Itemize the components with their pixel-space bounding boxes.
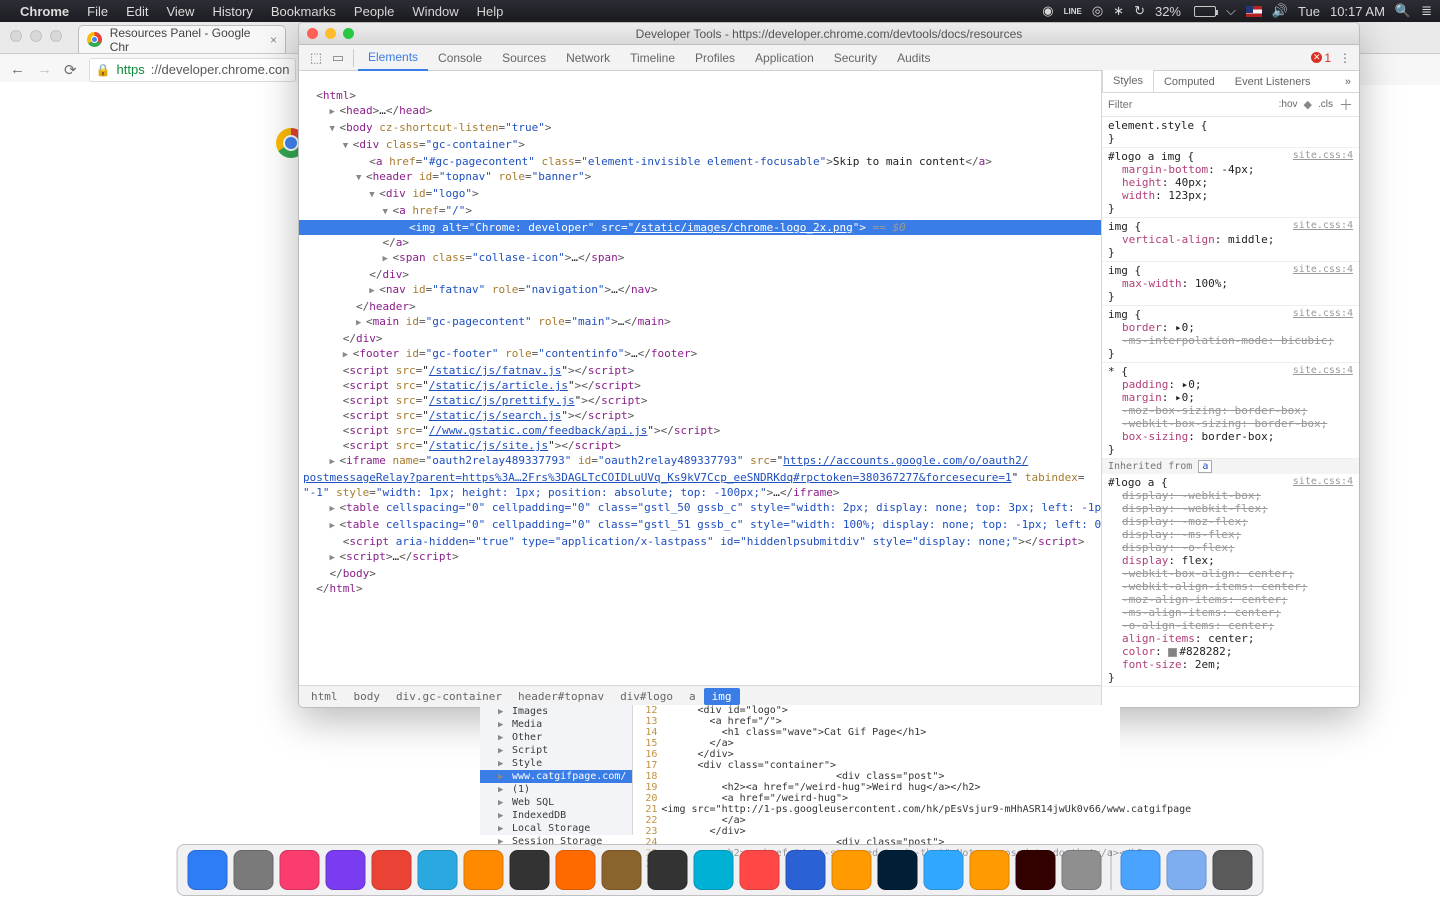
status-icon[interactable]: ◎	[1092, 3, 1103, 19]
styles-filter-bar: :hov ◆ .cls ＋	[1102, 93, 1359, 117]
sidebar-tab-styles[interactable]: Styles	[1102, 70, 1154, 92]
devtools-traffic-lights[interactable]	[307, 28, 354, 39]
error-badge[interactable]: ✕1	[1311, 51, 1331, 65]
sidebar-tabs: Styles Computed Event Listeners »	[1102, 71, 1359, 93]
new-style-rule-button[interactable]: ＋	[1339, 95, 1353, 115]
dock-app[interactable]	[1121, 850, 1161, 890]
bluetooth-icon[interactable]: ∗	[1113, 3, 1124, 19]
lock-icon: 🔒	[96, 63, 111, 77]
hov-toggle[interactable]: :hov	[1279, 99, 1298, 110]
background-devtools-resources: ImagesMediaOtherScriptStylewww.catgifpag…	[480, 705, 1120, 835]
cls-toggle[interactable]: .cls	[1318, 99, 1333, 110]
dock-app[interactable]	[786, 850, 826, 890]
dock-app[interactable]	[1213, 850, 1253, 890]
app-name[interactable]: Chrome	[20, 4, 69, 19]
dock-app[interactable]	[924, 850, 964, 890]
elements-breadcrumbs[interactable]: htmlbodydiv.gc-containerheader#topnavdiv…	[299, 685, 1101, 707]
dock-app[interactable]	[832, 850, 872, 890]
styles-rules[interactable]: element.style {}#logo a img {site.css:4m…	[1102, 117, 1359, 707]
tab-network[interactable]: Network	[556, 45, 620, 71]
cc-icon[interactable]: ◉	[1042, 3, 1053, 19]
device-toolbar-icon[interactable]: ▭	[327, 50, 349, 66]
dock-app[interactable]	[418, 850, 458, 890]
dock-app[interactable]	[1062, 850, 1102, 890]
dock-app[interactable]	[464, 850, 504, 890]
clock-time: 10:17 AM	[1330, 4, 1385, 19]
dock-app[interactable]	[970, 850, 1010, 890]
devtools-title: Developer Tools - https://developer.chro…	[636, 27, 1023, 41]
line-icon[interactable]: LINE	[1064, 7, 1082, 16]
devtools-titlebar[interactable]: Developer Tools - https://developer.chro…	[299, 23, 1359, 45]
tab-timeline[interactable]: Timeline	[620, 45, 685, 71]
styles-sidebar: Styles Computed Event Listeners » :hov ◆…	[1101, 71, 1359, 707]
resources-tree[interactable]: ImagesMediaOtherScriptStylewww.catgifpag…	[480, 705, 633, 835]
dock[interactable]	[177, 844, 1264, 896]
menu-people[interactable]: People	[354, 4, 394, 19]
reload-button[interactable]: ⟳	[64, 61, 77, 79]
dock-app[interactable]	[878, 850, 918, 890]
tab-sources[interactable]: Sources	[492, 45, 556, 71]
dock-app[interactable]	[648, 850, 688, 890]
tab-elements[interactable]: Elements	[358, 45, 428, 71]
menu-window[interactable]: Window	[412, 4, 458, 19]
tab-close-button[interactable]: ×	[270, 33, 277, 47]
dock-app[interactable]	[188, 850, 228, 890]
menu-help[interactable]: Help	[477, 4, 504, 19]
menu-bookmarks[interactable]: Bookmarks	[271, 4, 336, 19]
dock-app[interactable]	[556, 850, 596, 890]
window-traffic-lights[interactable]	[10, 30, 62, 42]
spotlight-icon[interactable]: 🔍	[1395, 3, 1411, 19]
dock-app[interactable]	[694, 850, 734, 890]
dock-app[interactable]	[1167, 850, 1207, 890]
dock-app[interactable]	[510, 850, 550, 890]
tab-title: Resources Panel - Google Chr	[110, 26, 270, 54]
menu-view[interactable]: View	[166, 4, 194, 19]
sidebar-tab-computed[interactable]: Computed	[1154, 71, 1225, 92]
menu-history[interactable]: History	[212, 4, 252, 19]
address-bar[interactable]: 🔒 https ://developer.chrome.con	[89, 58, 297, 82]
battery-icon[interactable]	[1191, 6, 1216, 17]
dock-app[interactable]	[372, 850, 412, 890]
dock-app[interactable]	[234, 850, 274, 890]
input-flag-icon[interactable]	[1246, 6, 1262, 17]
dock-app[interactable]	[1016, 850, 1056, 890]
dock-app[interactable]	[280, 850, 320, 890]
back-button[interactable]: ←	[10, 61, 25, 78]
tab-profiles[interactable]: Profiles	[685, 45, 745, 71]
devtools-toolbar: ⬚ ▭ Elements Console Sources Network Tim…	[299, 45, 1359, 71]
code-lines: <div id="logo"> <a href="/"> <h1 class="…	[661, 705, 1191, 835]
menu-file[interactable]: File	[87, 4, 108, 19]
menu-edit[interactable]: Edit	[126, 4, 148, 19]
url-scheme: https	[117, 62, 145, 77]
sidebar-tabs-more-icon[interactable]: »	[1337, 71, 1359, 92]
notification-center-icon[interactable]: ≣	[1421, 3, 1432, 19]
clock-day[interactable]: Tue	[1298, 4, 1320, 19]
macos-menubar: Chrome File Edit View History Bookmarks …	[0, 0, 1440, 22]
devtools-window: Developer Tools - https://developer.chro…	[298, 22, 1360, 708]
timemachine-icon[interactable]: ↻	[1134, 3, 1145, 19]
wifi-icon[interactable]: ⌵	[1226, 3, 1236, 19]
devtools-more-icon[interactable]: ⋮	[1339, 51, 1351, 65]
forward-button: →	[37, 61, 52, 78]
dock-app[interactable]	[740, 850, 780, 890]
inspect-element-icon[interactable]: ⬚	[305, 50, 327, 66]
page-content-behind	[0, 82, 298, 900]
browser-tab[interactable]: Resources Panel - Google Chr ×	[78, 25, 286, 53]
tab-security[interactable]: Security	[824, 45, 887, 71]
sidebar-tab-eventlisteners[interactable]: Event Listeners	[1225, 71, 1321, 92]
tab-favicon-icon	[87, 32, 102, 47]
elements-tree[interactable]: <html> <head>…</head> <body cz-shortcut-…	[299, 71, 1101, 685]
battery-pct: 32%	[1155, 4, 1181, 19]
dock-app[interactable]	[326, 850, 366, 890]
tab-audits[interactable]: Audits	[887, 45, 940, 71]
contrast-icon[interactable]: ◆	[1304, 98, 1312, 111]
url-rest: ://developer.chrome.con	[151, 62, 290, 77]
tab-application[interactable]: Application	[745, 45, 824, 71]
tab-console[interactable]: Console	[428, 45, 492, 71]
dock-app[interactable]	[602, 850, 642, 890]
code-gutter: 121314151617181920212223242526	[633, 705, 661, 835]
volume-icon[interactable]: 🔊	[1272, 3, 1288, 19]
styles-filter-input[interactable]	[1108, 99, 1273, 111]
